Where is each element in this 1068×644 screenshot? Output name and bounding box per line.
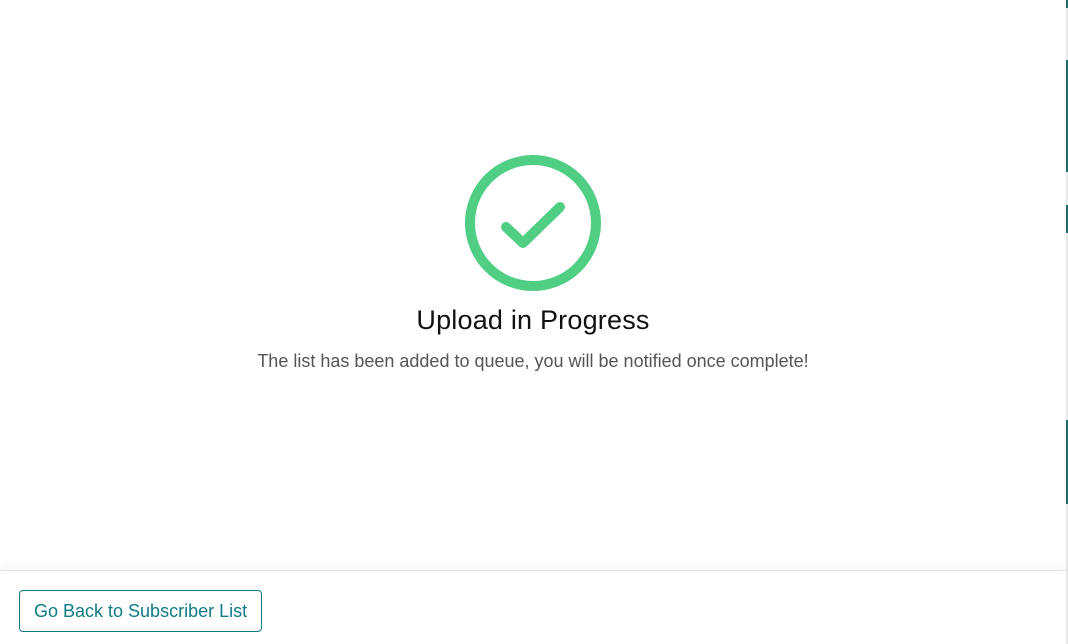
footer-bar: Go Back to Subscriber List (0, 570, 1066, 644)
check-circle-icon (464, 154, 602, 292)
upload-status-page: Upload in Progress The list has been add… (0, 0, 1068, 644)
back-to-subscriber-list-button[interactable]: Go Back to Subscriber List (19, 590, 263, 632)
status-title: Upload in Progress (416, 305, 650, 335)
upload-status-panel: Upload in Progress The list has been add… (0, 0, 1066, 570)
status-message: The list has been added to queue, you wi… (257, 351, 809, 371)
